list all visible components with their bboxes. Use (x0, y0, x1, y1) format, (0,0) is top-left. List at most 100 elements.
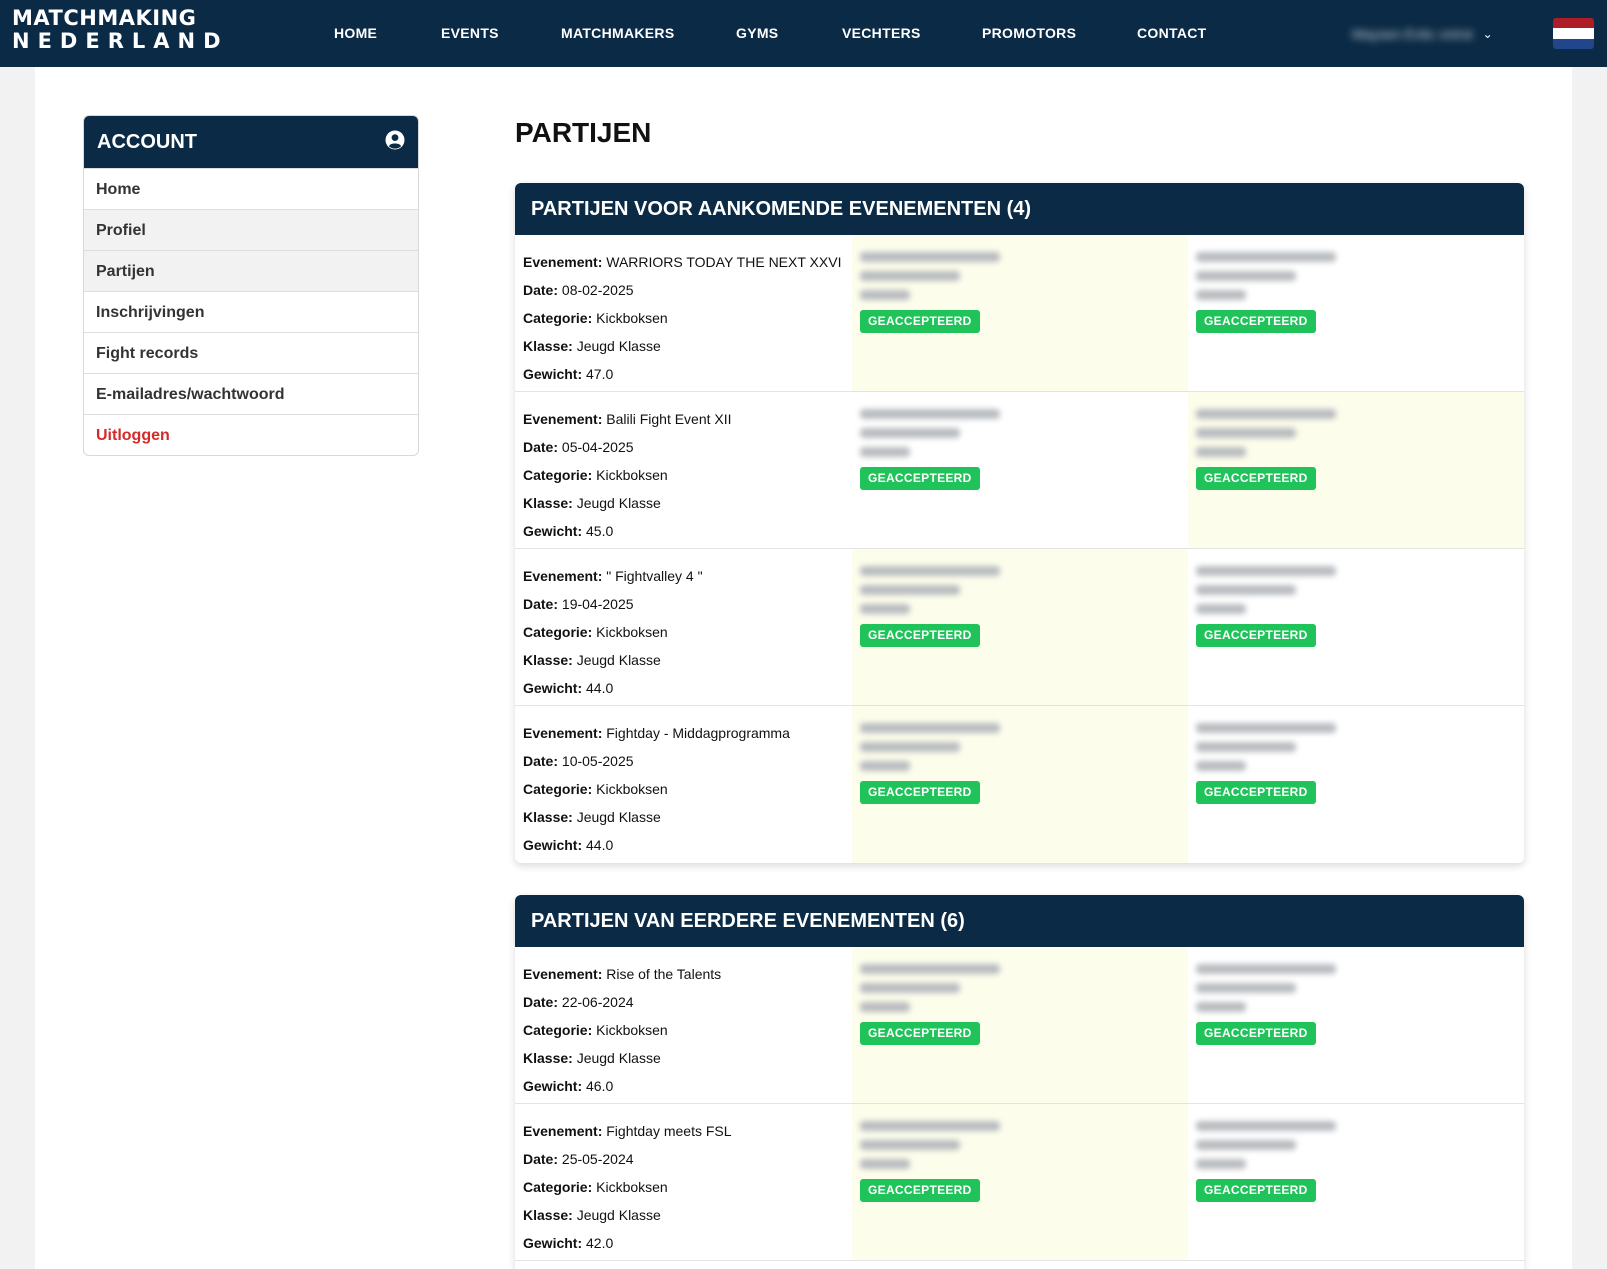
nav-gyms[interactable]: GYMS (736, 0, 778, 67)
fighter-detail-redacted (1196, 290, 1246, 300)
user-circle-icon (385, 130, 405, 155)
status-badge: GEACCEPTEERD (860, 781, 980, 804)
date-label: Date: (523, 439, 559, 455)
bout-info: Evenement: Fightday meets FSL Date: 25-0… (515, 1104, 852, 1260)
status-badge: GEACCEPTEERD (1196, 310, 1316, 333)
fighter-1: GEACCEPTEERD (852, 1104, 1188, 1260)
fighter-2: GEACCEPTEERD (1188, 235, 1524, 391)
fighter-name-redacted (860, 409, 1000, 419)
event-weight: 47.0 (586, 366, 614, 382)
event-date: 19-04-2025 (561, 596, 634, 612)
sidebar-item-inschrijvingen[interactable]: Inschrijvingen (84, 291, 418, 332)
status-badge: GEACCEPTEERD (860, 310, 980, 333)
past-bouts-card: PARTIJEN VAN EERDERE EVENEMENTEN (6) Eve… (515, 895, 1524, 1269)
fighter-gym-redacted (1196, 742, 1296, 752)
bout-row: Evenement: WARRIORS TODAY THE NEXT XXVI … (515, 235, 1524, 392)
category-label: Categorie: (523, 1022, 593, 1038)
class-label: Klasse: (523, 495, 573, 511)
event-weight: 45.0 (586, 523, 614, 539)
event-name: WARRIORS TODAY THE NEXT XXVI (606, 254, 842, 270)
user-menu[interactable]: Maysen Evtic vnirst ⌄ (1352, 22, 1493, 46)
nav-home[interactable]: HOME (334, 0, 377, 67)
nav-vechters[interactable]: VECHTERS (842, 0, 921, 67)
fighter-detail-redacted (860, 290, 910, 300)
fighter-detail-redacted (860, 447, 910, 457)
brand-logo[interactable]: MATCHMAKING NEDERLAND (12, 8, 229, 52)
flag-nl-icon[interactable] (1553, 18, 1594, 49)
date-label: Date: (523, 1151, 559, 1167)
sidebar-item-partijen[interactable]: Partijen (84, 250, 418, 291)
category-label: Categorie: (523, 624, 593, 640)
sidebar-item-email-password[interactable]: E-mailadres/wachtwoord (84, 373, 418, 414)
fighter-1: GEACCEPTEERD (852, 947, 1188, 1103)
fighter-name-redacted (1196, 723, 1336, 733)
event-label: Evenement: (523, 725, 603, 741)
class-label: Klasse: (523, 652, 573, 668)
upcoming-bouts-card: PARTIJEN VOOR AANKOMENDE EVENEMENTEN (4)… (515, 183, 1524, 863)
event-category: Kickboksen (596, 781, 668, 797)
event-label: Evenement: (523, 1123, 603, 1139)
category-label: Categorie: (523, 1179, 593, 1195)
fighter-detail-redacted (1196, 1002, 1246, 1012)
event-weight: 46.0 (586, 1078, 614, 1094)
event-weight: 42.0 (586, 1235, 614, 1251)
fighter-2: GEACCEPTEERD (1188, 706, 1524, 863)
fighter-gym-redacted (860, 271, 960, 281)
fighter-gym-redacted (1196, 585, 1296, 595)
status-badge: GEACCEPTEERD (1196, 467, 1316, 490)
fighter-gym-redacted (860, 585, 960, 595)
fighter-detail-redacted (860, 761, 910, 771)
date-label: Date: (523, 596, 559, 612)
event-category: Kickboksen (596, 310, 668, 326)
status-badge: GEACCEPTEERD (860, 1022, 980, 1045)
fighter-name-redacted (1196, 1121, 1336, 1131)
date-label: Date: (523, 282, 559, 298)
sidebar-item-logout[interactable]: Uitloggen (84, 414, 418, 455)
bout-row: Evenement: " Fightvalley 4 " Date: 19-04… (515, 549, 1524, 706)
fighter-gym-redacted (1196, 428, 1296, 438)
fighter-2: GEACCEPTEERD (1188, 947, 1524, 1103)
nav-events[interactable]: EVENTS (441, 0, 499, 67)
user-name: Maysen Evtic vnirst (1352, 26, 1473, 42)
brand-line-1: MATCHMAKING (12, 6, 197, 30)
fighter-gym-redacted (860, 1140, 960, 1150)
bout-info: Evenement: WARRIORS TODAY THE NEXT XXVI … (515, 235, 852, 391)
class-label: Klasse: (523, 1207, 573, 1223)
event-class: Jeugd Klasse (576, 495, 661, 511)
status-badge: GEACCEPTEERD (1196, 1179, 1316, 1202)
nav-matchmakers[interactable]: MATCHMAKERS (561, 0, 674, 67)
fighter-name-redacted (860, 964, 1000, 974)
event-class: Jeugd Klasse (576, 1207, 661, 1223)
bout-info: Evenement: Fightday - Middagprogramma Da… (515, 706, 852, 863)
fighter-name-redacted (1196, 252, 1336, 262)
sidebar-item-home[interactable]: Home (84, 168, 418, 209)
fighter-name-redacted (1196, 409, 1336, 419)
event-class: Jeugd Klasse (576, 809, 661, 825)
status-badge: GEACCEPTEERD (1196, 624, 1316, 647)
fighter-gym-redacted (860, 428, 960, 438)
event-class: Jeugd Klasse (576, 652, 661, 668)
bout-info: Evenement: " Fightvalley 4 " Date: 19-04… (515, 549, 852, 705)
account-header: ACCOUNT (84, 116, 418, 168)
nav-promotors[interactable]: PROMOTORS (982, 0, 1076, 67)
nav-contact[interactable]: CONTACT (1137, 0, 1207, 67)
chevron-down-icon: ⌄ (1482, 27, 1493, 41)
event-weight: 44.0 (586, 837, 614, 853)
fighter-name-redacted (860, 723, 1000, 733)
bout-row: Evenement: Fightday meets FSL Date: 25-0… (515, 1104, 1524, 1261)
date-label: Date: (523, 994, 559, 1010)
fighter-detail-redacted (860, 604, 910, 614)
fighter-gym-redacted (1196, 271, 1296, 281)
fighter-1: GEACCEPTEERD (852, 235, 1188, 391)
fighter-detail-redacted (1196, 604, 1246, 614)
sidebar-item-profiel[interactable]: Profiel (84, 209, 418, 250)
event-category: Kickboksen (596, 467, 668, 483)
status-badge: GEACCEPTEERD (860, 1179, 980, 1202)
weight-label: Gewicht: (523, 1235, 583, 1251)
event-class: Jeugd Klasse (576, 1050, 661, 1066)
fighter-name-redacted (860, 252, 1000, 262)
sidebar-item-fight-records[interactable]: Fight records (84, 332, 418, 373)
fighter-gym-redacted (860, 742, 960, 752)
weight-label: Gewicht: (523, 366, 583, 382)
weight-label: Gewicht: (523, 1078, 583, 1094)
